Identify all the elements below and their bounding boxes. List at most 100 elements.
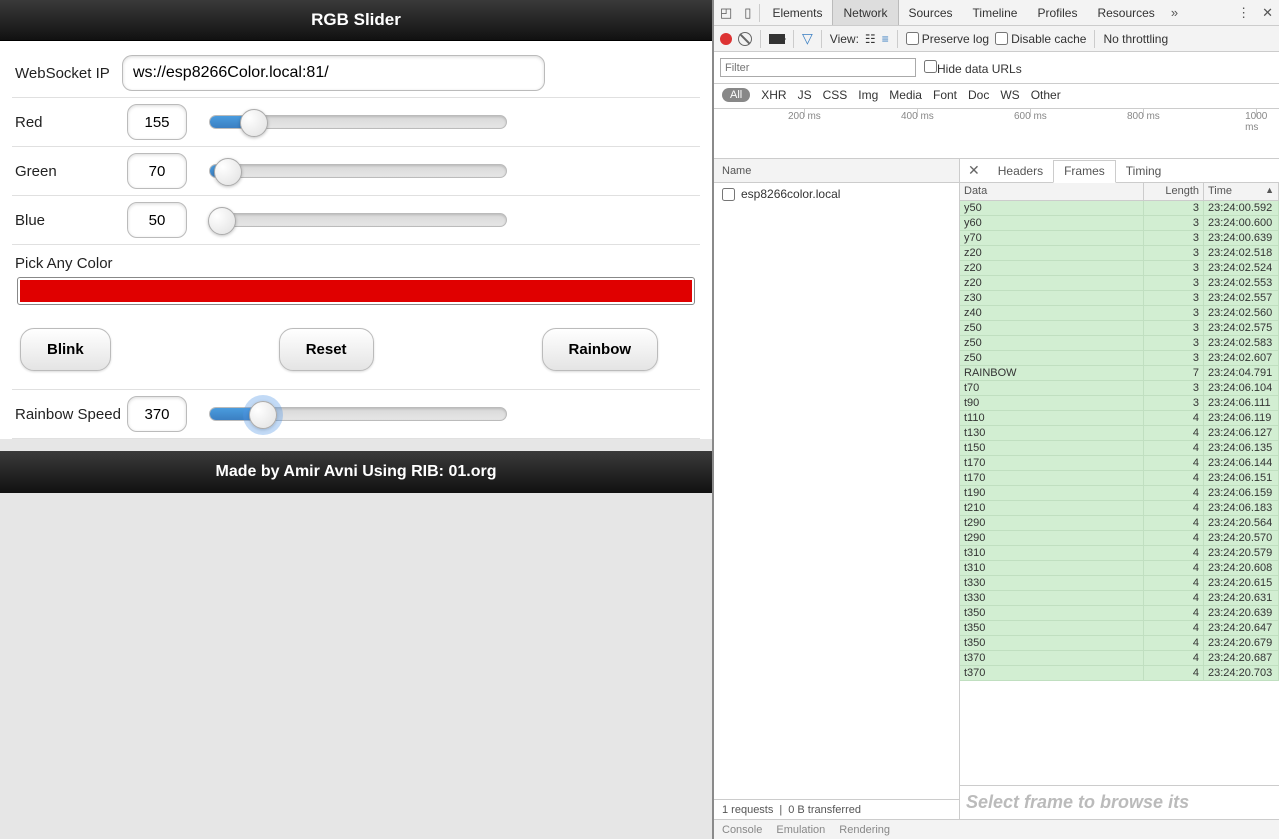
col-length[interactable]: Length bbox=[1144, 183, 1204, 200]
frame-row[interactable]: t370423:24:20.703 bbox=[960, 666, 1279, 681]
more-tabs-icon[interactable]: » bbox=[1165, 5, 1184, 20]
blue-slider-thumb[interactable] bbox=[208, 207, 236, 235]
request-row[interactable]: esp8266color.local bbox=[714, 183, 959, 205]
blink-button[interactable]: Blink bbox=[20, 328, 111, 371]
frame-row[interactable]: y50323:24:00.592 bbox=[960, 201, 1279, 216]
tab-headers[interactable]: Headers bbox=[988, 159, 1053, 182]
green-slider-thumb[interactable] bbox=[214, 158, 242, 186]
filter-doc[interactable]: Doc bbox=[968, 88, 989, 102]
drawer-rendering[interactable]: Rendering bbox=[839, 824, 890, 836]
filter-other[interactable]: Other bbox=[1031, 88, 1061, 102]
col-time[interactable]: Time▲ bbox=[1204, 183, 1279, 200]
app-footer: Made by Amir Avni Using RIB: 01.org bbox=[0, 451, 712, 493]
filter-js[interactable]: JS bbox=[798, 88, 812, 102]
close-detail-icon[interactable]: ✕ bbox=[960, 162, 988, 179]
frame-row[interactable]: z50323:24:02.583 bbox=[960, 336, 1279, 351]
frame-row[interactable]: t310423:24:20.608 bbox=[960, 561, 1279, 576]
large-rows-icon[interactable]: ☷ bbox=[865, 32, 876, 46]
record-icon[interactable] bbox=[720, 33, 732, 45]
frame-row[interactable]: t350423:24:20.647 bbox=[960, 621, 1279, 636]
frame-row[interactable]: t330423:24:20.631 bbox=[960, 591, 1279, 606]
tab-profiles[interactable]: Profiles bbox=[1027, 0, 1087, 25]
green-slider[interactable] bbox=[209, 164, 507, 178]
websocket-input[interactable] bbox=[122, 55, 545, 91]
frame-row[interactable]: t350423:24:20.679 bbox=[960, 636, 1279, 651]
tab-timeline[interactable]: Timeline bbox=[963, 0, 1028, 25]
rainbow-speed-thumb[interactable] bbox=[249, 401, 277, 429]
clear-icon[interactable] bbox=[738, 32, 752, 46]
red-slider-thumb[interactable] bbox=[240, 109, 268, 137]
frame-row[interactable]: y70323:24:00.639 bbox=[960, 231, 1279, 246]
hide-urls-checkbox[interactable]: Hide data URLs bbox=[924, 60, 1022, 76]
frame-row[interactable]: t330423:24:20.615 bbox=[960, 576, 1279, 591]
frame-row[interactable]: t90323:24:06.111 bbox=[960, 396, 1279, 411]
frame-row[interactable]: t190423:24:06.159 bbox=[960, 486, 1279, 501]
frame-row[interactable]: z40323:24:02.560 bbox=[960, 306, 1279, 321]
color-picker[interactable] bbox=[18, 278, 694, 304]
rainbow-speed-input[interactable] bbox=[127, 396, 187, 432]
filter-media[interactable]: Media bbox=[889, 88, 922, 102]
screenshot-icon[interactable] bbox=[769, 34, 785, 44]
filter-img[interactable]: Img bbox=[858, 88, 878, 102]
reset-button[interactable]: Reset bbox=[279, 328, 374, 371]
inspect-icon[interactable]: ◰ bbox=[714, 5, 738, 21]
filter-input[interactable] bbox=[720, 58, 916, 77]
close-devtools-icon[interactable]: ✕ bbox=[1256, 5, 1279, 21]
filter-xhr[interactable]: XHR bbox=[761, 88, 786, 102]
filter-css[interactable]: CSS bbox=[823, 88, 848, 102]
frame-row[interactable]: t310423:24:20.579 bbox=[960, 546, 1279, 561]
frames-table[interactable]: y50323:24:00.592y60323:24:00.600y70323:2… bbox=[960, 201, 1279, 785]
frame-row[interactable]: z20323:24:02.553 bbox=[960, 276, 1279, 291]
filter-all[interactable]: All bbox=[722, 88, 750, 102]
frame-row[interactable]: t290423:24:20.570 bbox=[960, 531, 1279, 546]
frame-row[interactable]: z20323:24:02.524 bbox=[960, 261, 1279, 276]
filter-icon[interactable]: ▽ bbox=[802, 30, 813, 47]
throttling-select[interactable]: No throttling bbox=[1103, 32, 1168, 46]
red-slider[interactable] bbox=[209, 115, 507, 129]
tab-sources[interactable]: Sources bbox=[899, 0, 963, 25]
tab-resources[interactable]: Resources bbox=[1087, 0, 1164, 25]
frame-row[interactable]: z30323:24:02.557 bbox=[960, 291, 1279, 306]
preserve-log-checkbox[interactable]: Preserve log bbox=[906, 32, 989, 46]
blue-value-input[interactable] bbox=[127, 202, 187, 238]
frame-row[interactable]: t290423:24:20.564 bbox=[960, 516, 1279, 531]
sort-arrow-icon: ▲ bbox=[1265, 185, 1274, 195]
frame-row[interactable]: t350423:24:20.639 bbox=[960, 606, 1279, 621]
frame-row[interactable]: z20323:24:02.518 bbox=[960, 246, 1279, 261]
button-row: Blink Reset Rainbow bbox=[12, 316, 700, 390]
frame-row[interactable]: t150423:24:06.135 bbox=[960, 441, 1279, 456]
tab-elements[interactable]: Elements bbox=[762, 0, 832, 25]
tab-timing[interactable]: Timing bbox=[1116, 159, 1172, 182]
frame-row[interactable]: t130423:24:06.127 bbox=[960, 426, 1279, 441]
frame-row[interactable]: t210423:24:06.183 bbox=[960, 501, 1279, 516]
tab-network[interactable]: Network bbox=[832, 0, 898, 25]
rainbow-button[interactable]: Rainbow bbox=[542, 328, 659, 371]
blue-row: Blue bbox=[12, 196, 700, 245]
green-value-input[interactable] bbox=[127, 153, 187, 189]
name-column-header[interactable]: Name bbox=[714, 159, 959, 183]
frame-row[interactable]: t170423:24:06.144 bbox=[960, 456, 1279, 471]
blue-slider[interactable] bbox=[209, 213, 507, 227]
frame-row[interactable]: t110423:24:06.119 bbox=[960, 411, 1279, 426]
device-icon[interactable]: ▯ bbox=[738, 5, 757, 21]
drawer-console[interactable]: Console bbox=[722, 824, 762, 836]
tab-frames[interactable]: Frames bbox=[1053, 160, 1116, 183]
frame-row[interactable]: z50323:24:02.575 bbox=[960, 321, 1279, 336]
drawer-emulation[interactable]: Emulation bbox=[776, 824, 825, 836]
frame-row[interactable]: t70323:24:06.104 bbox=[960, 381, 1279, 396]
frame-row[interactable]: y60323:24:00.600 bbox=[960, 216, 1279, 231]
frame-row[interactable]: z50323:24:02.607 bbox=[960, 351, 1279, 366]
col-data[interactable]: Data bbox=[960, 183, 1144, 200]
red-value-input[interactable] bbox=[127, 104, 187, 140]
frame-row[interactable]: t170423:24:06.151 bbox=[960, 471, 1279, 486]
request-checkbox[interactable] bbox=[722, 188, 735, 201]
filter-font[interactable]: Font bbox=[933, 88, 957, 102]
kebab-menu-icon[interactable]: ⋮ bbox=[1231, 5, 1256, 21]
frame-row[interactable]: RAINBOW723:24:04.791 bbox=[960, 366, 1279, 381]
waterfall-icon[interactable]: ≡ bbox=[882, 32, 889, 46]
filter-ws[interactable]: WS bbox=[1000, 88, 1019, 102]
disable-cache-checkbox[interactable]: Disable cache bbox=[995, 32, 1086, 46]
rainbow-speed-slider[interactable] bbox=[209, 407, 507, 421]
timeline-overview[interactable]: 200 ms 400 ms 600 ms 800 ms 1000 ms bbox=[714, 109, 1279, 159]
frame-row[interactable]: t370423:24:20.687 bbox=[960, 651, 1279, 666]
